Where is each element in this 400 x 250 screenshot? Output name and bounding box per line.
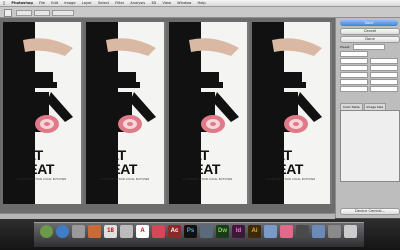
format-row <box>340 51 398 57</box>
poster-tagline: & SUPPORT YOUR LOCAL BUTCHER <box>17 178 67 181</box>
poster-tagline: & SUPPORT YOUR LOCAL BUTCHER <box>100 178 150 181</box>
app-icon[interactable] <box>296 225 309 238</box>
menu-view[interactable]: View <box>162 0 171 6</box>
finder-icon[interactable] <box>40 225 53 238</box>
option-control[interactable] <box>16 10 32 16</box>
safari-icon[interactable] <box>56 225 69 238</box>
preview-area: EAT MEAT & SUPPORT YOUR LOCAL BUTCHER EA… <box>0 18 335 213</box>
poster-headline: EAT MEAT <box>17 147 55 177</box>
preset-row: Preset: <box>340 44 398 50</box>
menu-select[interactable]: Select <box>98 0 109 6</box>
preview-pane-optimized-1[interactable]: EAT MEAT & SUPPORT YOUR LOCAL BUTCHER <box>86 22 166 204</box>
option-select[interactable] <box>370 79 398 85</box>
option-select[interactable] <box>340 86 368 92</box>
app-icon[interactable] <box>264 225 277 238</box>
device-central-button[interactable]: Device Central... <box>340 208 400 215</box>
music-app-icon[interactable] <box>152 225 165 238</box>
menu-window[interactable]: Window <box>177 0 191 6</box>
menu-3d[interactable]: 3D <box>151 0 156 6</box>
app-icon[interactable] <box>280 225 293 238</box>
poster-tagline: & SUPPORT YOUR LOCAL BUTCHER <box>266 178 316 181</box>
option-row <box>340 79 398 85</box>
indesign-icon[interactable]: Id <box>232 225 245 238</box>
poster-headline: EAT MEAT <box>266 147 304 177</box>
option-select[interactable] <box>340 65 368 71</box>
preset-label: Preset: <box>340 45 351 49</box>
menu-image[interactable]: Image <box>64 0 75 6</box>
trash-icon[interactable] <box>344 225 357 238</box>
preview-pane-original[interactable]: EAT MEAT & SUPPORT YOUR LOCAL BUTCHER <box>3 22 83 204</box>
settings-panel: Save Cancel Done Preset: Color Table Imag… <box>335 18 400 218</box>
menu-bar:  Photoshop File Edit Image Layer Select… <box>0 0 400 7</box>
illustrator-icon[interactable]: Ai <box>248 225 261 238</box>
preview-pane-optimized-2[interactable]: EAT MEAT & SUPPORT YOUR LOCAL BUTCHER <box>169 22 249 204</box>
documents-folder-icon[interactable] <box>312 225 325 238</box>
preview-pane-optimized-3[interactable]: EAT MEAT & SUPPORT YOUR LOCAL BUTCHER <box>252 22 332 204</box>
menu-help[interactable]: Help <box>198 0 206 6</box>
poster-headline: EAT MEAT <box>183 147 221 177</box>
option-row <box>340 65 398 71</box>
option-select[interactable] <box>340 58 368 64</box>
option-row <box>340 72 398 78</box>
menu-layer[interactable]: Layer <box>82 0 92 6</box>
system-icon[interactable] <box>72 225 85 238</box>
tool-preset-icon[interactable] <box>4 9 12 17</box>
cancel-button[interactable]: Cancel <box>340 28 400 35</box>
panel-tabs: Color Table Image Size <box>340 103 398 111</box>
done-button[interactable]: Done <box>340 36 400 43</box>
option-control[interactable] <box>34 10 50 16</box>
photoshop-icon[interactable]: Ps <box>184 225 197 238</box>
option-control[interactable] <box>52 10 74 16</box>
color-table[interactable] <box>340 110 400 182</box>
downloads-folder-icon[interactable] <box>328 225 341 238</box>
preview-app-icon[interactable] <box>120 225 133 238</box>
option-select[interactable] <box>370 86 398 92</box>
poster-headline: EAT MEAT <box>100 147 138 177</box>
option-select[interactable] <box>370 65 398 71</box>
option-select[interactable] <box>340 72 368 78</box>
menu-analysis[interactable]: Analysis <box>130 0 145 6</box>
poster-tagline: & SUPPORT YOUR LOCAL BUTCHER <box>183 178 233 181</box>
app-menu[interactable]: Photoshop <box>11 0 33 6</box>
menu-edit[interactable]: Edit <box>51 0 58 6</box>
option-select[interactable] <box>370 72 398 78</box>
acrobat-pro-icon[interactable]: Ac <box>168 225 181 238</box>
option-row <box>340 86 398 92</box>
menu-file[interactable]: File <box>39 0 45 6</box>
option-row <box>340 58 398 64</box>
calendar-icon[interactable]: 18 <box>104 225 117 238</box>
format-select[interactable] <box>340 51 368 57</box>
preset-select[interactable] <box>353 44 386 50</box>
mail-icon[interactable] <box>88 225 101 238</box>
option-select[interactable] <box>370 58 398 64</box>
acrobat-icon[interactable]: A <box>136 225 149 238</box>
apple-menu-icon[interactable]:  <box>3 0 5 6</box>
dreamweaver-icon[interactable]: Dw <box>216 225 229 238</box>
bridge-icon[interactable] <box>200 225 213 238</box>
save-button[interactable]: Save <box>340 20 398 26</box>
menu-filter[interactable]: Filter <box>115 0 124 6</box>
option-select[interactable] <box>340 79 368 85</box>
